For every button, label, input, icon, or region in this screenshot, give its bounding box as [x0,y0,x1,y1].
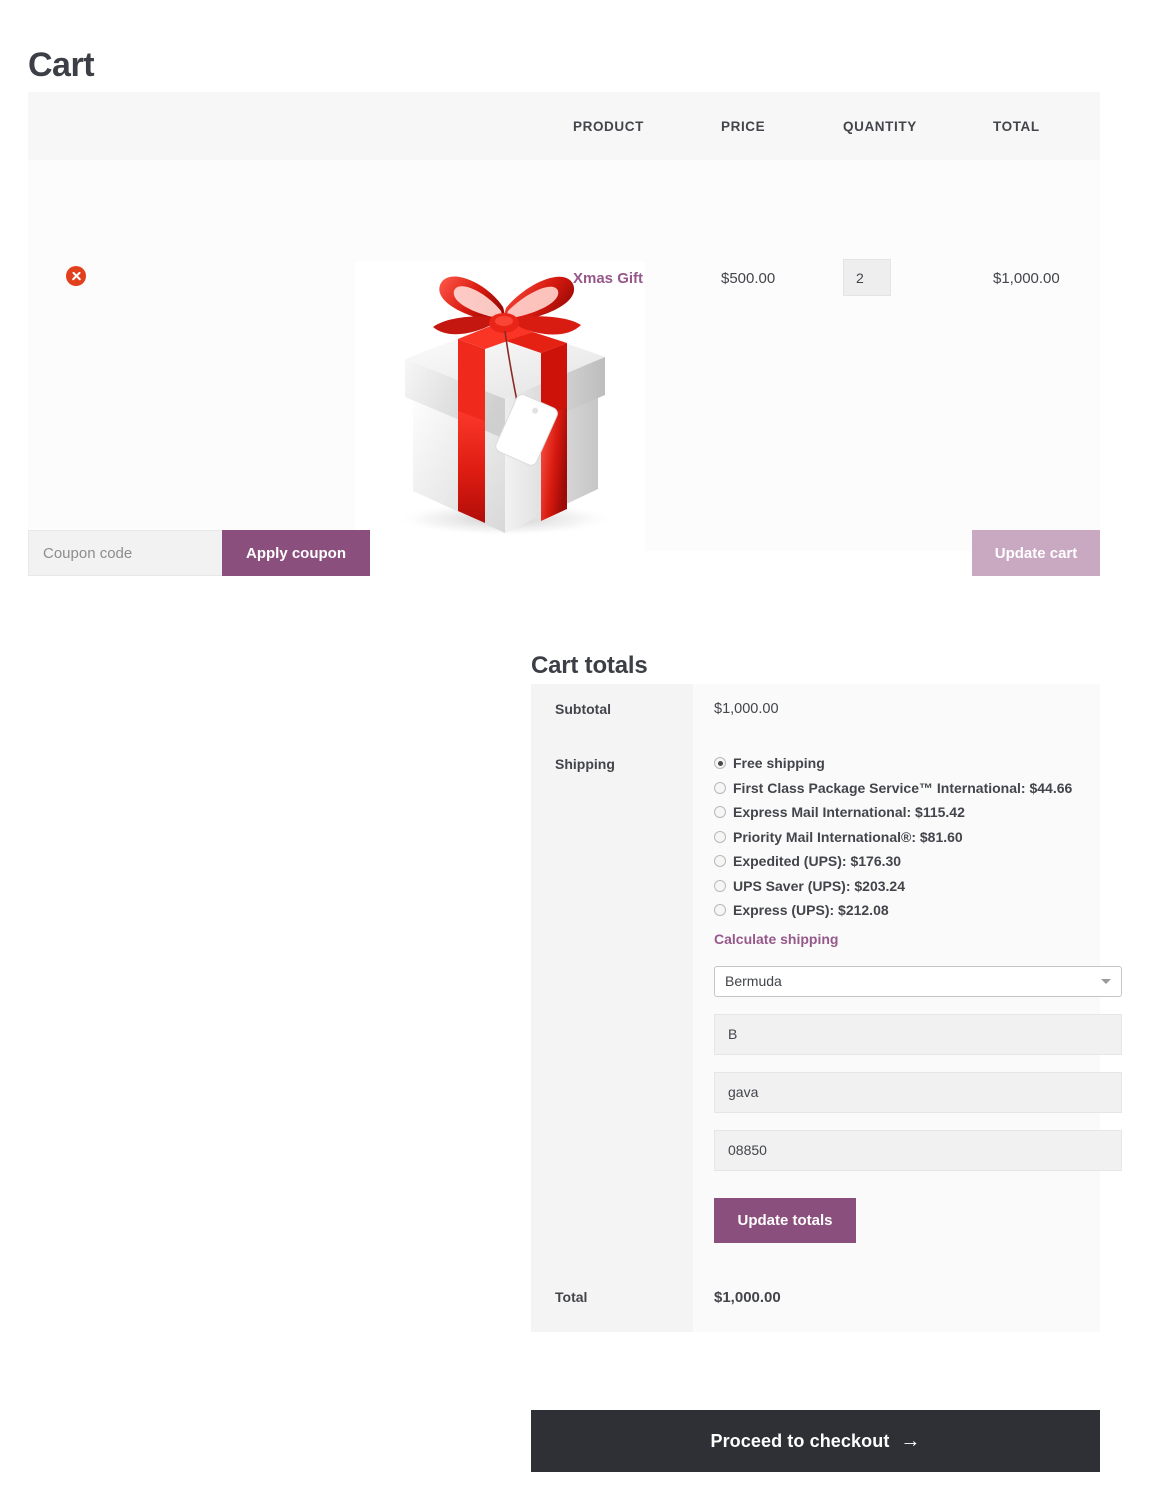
cart-item-price-cell: $500.00 [721,160,843,551]
shipping-option-label: Free shipping [733,755,825,771]
column-header-product: PRODUCT [573,92,721,160]
country-select[interactable]: Bermuda [714,965,1122,997]
cart-page: Cart PRODUCT PRICE QUANTITY TOTAL Xmas G… [0,0,1159,1496]
arrow-right-icon: → [900,1429,921,1452]
column-header-total: TOTAL [993,92,1100,160]
list-item[interactable]: First Class Package Service™ Internation… [714,779,1080,797]
subtotal-label: Subtotal [531,684,693,734]
list-item[interactable]: Expedited (UPS): $176.30 [714,852,1080,870]
shipping-radio-priority-mail-international[interactable] [714,830,726,843]
cart-item-remove-cell [28,160,193,551]
cart-totals-heading: Cart totals [531,651,648,679]
cart-item-quantity-cell [843,160,993,551]
cart-totals-table: Subtotal $1,000.00 Shipping Free shippin… [531,684,1122,1332]
shipping-row: Shipping Free shipping First Class Packa… [531,734,1122,1269]
cart-table-header-row: PRODUCT PRICE QUANTITY TOTAL [28,92,1100,160]
column-header-remove [28,92,193,160]
cart-item-thumbnail-cell [193,160,645,551]
shipping-radio-expedited-ups[interactable] [714,855,726,867]
total-value: $1,000.00 [693,1268,1100,1332]
shipping-option-label: Priority Mail International®: $81.60 [733,828,963,845]
shipping-calculator-form: Bermuda Update totals [714,965,1122,1243]
apply-coupon-button[interactable]: Apply coupon [222,530,370,576]
shipping-radio-express-mail-international[interactable] [714,806,726,818]
calculate-shipping-link[interactable]: Calculate shipping [714,931,838,947]
state-field[interactable] [714,1013,1122,1055]
shipping-option-label: Express Mail International: $115.42 [733,804,965,820]
shipping-options-cell: Free shipping First Class Package Servic… [693,734,1122,1269]
coupon-code-input[interactable] [28,530,224,576]
shipping-radio-free-shipping[interactable] [714,757,726,769]
cart-item-total-cell: $1,000.00 [993,160,1100,551]
shipping-option-label: Express (UPS): $212.08 [733,902,889,918]
column-header-quantity: QUANTITY [843,92,993,160]
city-field[interactable] [714,1071,1122,1113]
total-row: Total $1,000.00 [531,1268,1100,1332]
page-title: Cart [28,45,95,84]
shipping-option-label: First Class Package Service™ Internation… [733,779,1073,796]
proceed-to-checkout-button[interactable]: Proceed to checkout → [531,1410,1100,1472]
checkout-label: Proceed to checkout [710,1430,890,1451]
shipping-option-label: Expedited (UPS): $176.30 [733,853,902,869]
column-header-thumbnail [193,92,573,160]
quantity-input[interactable] [843,259,891,296]
table-row: Xmas Gift $500.00 $1,000.00 [28,160,1100,551]
gift-box-image[interactable] [355,261,645,551]
shipping-label: Shipping [531,734,693,1269]
list-item[interactable]: Express (UPS): $212.08 [714,901,1080,919]
subtotal-row: Subtotal $1,000.00 [531,684,1100,734]
remove-item-icon[interactable] [66,266,86,286]
product-price: $500.00 [721,270,776,287]
update-totals-button[interactable]: Update totals [714,1197,856,1243]
shipping-option-label: UPS Saver (UPS): $203.24 [733,877,905,894]
shipping-radio-express-ups[interactable] [714,904,726,916]
list-item[interactable]: Free shipping [714,754,1080,772]
postcode-field[interactable] [714,1129,1122,1171]
shipping-radio-first-class-international[interactable] [714,781,726,794]
product-line-total: $1,000.00 [993,270,1060,287]
shipping-radio-ups-saver[interactable] [714,879,726,892]
update-cart-button[interactable]: Update cart [972,530,1100,576]
list-item[interactable]: Priority Mail International®: $81.60 [714,828,1080,846]
coupon-actions-row: Apply coupon Update cart [28,530,1100,576]
product-link[interactable]: Xmas Gift [573,270,643,287]
list-item[interactable]: Express Mail International: $115.42 [714,803,1080,821]
column-header-price: PRICE [721,92,843,160]
cart-items-table: PRODUCT PRICE QUANTITY TOTAL Xmas Gift $… [28,92,1100,551]
total-label: Total [531,1268,693,1332]
list-item[interactable]: UPS Saver (UPS): $203.24 [714,877,1080,895]
shipping-methods-list: Free shipping First Class Package Servic… [714,754,1080,919]
subtotal-value: $1,000.00 [693,684,1100,734]
country-select-wrapper: Bermuda [714,965,1122,997]
